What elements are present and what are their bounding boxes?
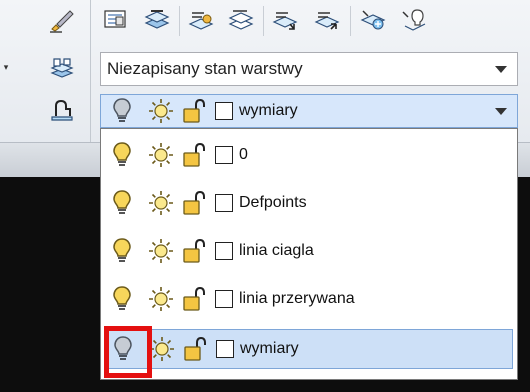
current-layer-name: wymiary bbox=[239, 102, 298, 119]
chevron-down-icon[interactable] bbox=[495, 66, 507, 73]
layer-properties-icon bbox=[104, 10, 126, 28]
layer-match-button[interactable] bbox=[184, 4, 218, 34]
toolbar-separator bbox=[350, 6, 351, 36]
bulb-on-icon[interactable] bbox=[111, 284, 133, 314]
bulb-on-icon[interactable] bbox=[111, 140, 133, 170]
brush-icon bbox=[50, 10, 74, 33]
layer-item[interactable]: Defpoints bbox=[105, 183, 513, 223]
match-layer-button[interactable] bbox=[44, 4, 80, 36]
unlock-icon[interactable] bbox=[181, 285, 207, 313]
toolbar-separator bbox=[179, 6, 180, 36]
color-swatch[interactable] bbox=[215, 194, 233, 212]
layer-item-name: Defpoints bbox=[239, 194, 307, 211]
layer-walk-button[interactable] bbox=[44, 94, 80, 126]
layer-item-name: linia ciagla bbox=[239, 242, 314, 259]
unlock-icon[interactable] bbox=[181, 237, 207, 265]
layer-state-value: Niezapisany stan warstwy bbox=[107, 59, 303, 78]
sun-icon[interactable] bbox=[148, 335, 176, 363]
layer-previous-button[interactable] bbox=[224, 4, 258, 34]
layer-freeze-icon bbox=[360, 10, 386, 30]
layer-properties-button[interactable] bbox=[98, 4, 132, 34]
layer-states-button[interactable] bbox=[140, 4, 174, 34]
layer-off-button[interactable] bbox=[396, 4, 430, 34]
layer-state-dropdown[interactable]: Niezapisany stan warstwy bbox=[100, 52, 518, 86]
unlock-icon[interactable] bbox=[181, 189, 207, 217]
unlock-icon[interactable] bbox=[181, 97, 207, 125]
layer-item-name: 0 bbox=[239, 146, 248, 163]
bulb-on-icon[interactable] bbox=[111, 236, 133, 266]
layer-unisolate-button[interactable] bbox=[310, 4, 344, 34]
color-swatch[interactable] bbox=[215, 146, 233, 164]
toolbar-separator bbox=[90, 0, 91, 142]
layer-item[interactable]: linia przerywana bbox=[105, 279, 513, 319]
sun-icon[interactable] bbox=[147, 141, 175, 169]
layer-off-icon bbox=[402, 9, 426, 31]
bulb-on-icon[interactable] bbox=[111, 188, 133, 218]
layer-walk-icon bbox=[51, 99, 73, 121]
layer-item-name: linia przerywana bbox=[239, 290, 355, 307]
bulb-off-icon[interactable] bbox=[111, 96, 133, 126]
chevron-down-icon[interactable] bbox=[495, 108, 507, 115]
bulb-off-icon[interactable] bbox=[112, 334, 134, 364]
layer-list: 0 Defpoints linia ciagla linia przerywan… bbox=[100, 128, 518, 380]
sun-icon[interactable] bbox=[147, 189, 175, 217]
color-swatch[interactable] bbox=[215, 290, 233, 308]
layer-dropdown[interactable]: wymiary bbox=[100, 94, 518, 128]
layer-match-icon bbox=[188, 12, 214, 30]
layer-stack-button[interactable] bbox=[44, 52, 80, 84]
layer-item[interactable]: linia ciagla bbox=[105, 231, 513, 271]
unlock-icon[interactable] bbox=[181, 141, 207, 169]
color-swatch[interactable] bbox=[215, 102, 233, 120]
layer-isolate-icon bbox=[272, 12, 298, 30]
sun-icon[interactable] bbox=[147, 237, 175, 265]
expand-arrow-icon[interactable]: ▾ bbox=[0, 58, 12, 78]
color-swatch[interactable] bbox=[215, 242, 233, 260]
layer-freeze-button[interactable] bbox=[356, 4, 390, 34]
sun-icon[interactable] bbox=[147, 97, 175, 125]
layer-previous-icon bbox=[228, 10, 254, 30]
layer-stack-icon bbox=[50, 58, 74, 78]
toolbar-separator bbox=[263, 6, 264, 36]
layer-item-name: wymiary bbox=[240, 340, 299, 357]
layer-unisolate-icon bbox=[314, 12, 340, 30]
layer-item[interactable]: 0 bbox=[105, 135, 513, 175]
layer-isolate-button[interactable] bbox=[268, 4, 302, 34]
layer-item-selected[interactable]: wymiary bbox=[105, 329, 513, 369]
color-swatch[interactable] bbox=[216, 340, 234, 358]
layer-states-icon bbox=[144, 10, 170, 29]
unlock-icon[interactable] bbox=[182, 335, 208, 363]
sun-icon[interactable] bbox=[147, 285, 175, 313]
